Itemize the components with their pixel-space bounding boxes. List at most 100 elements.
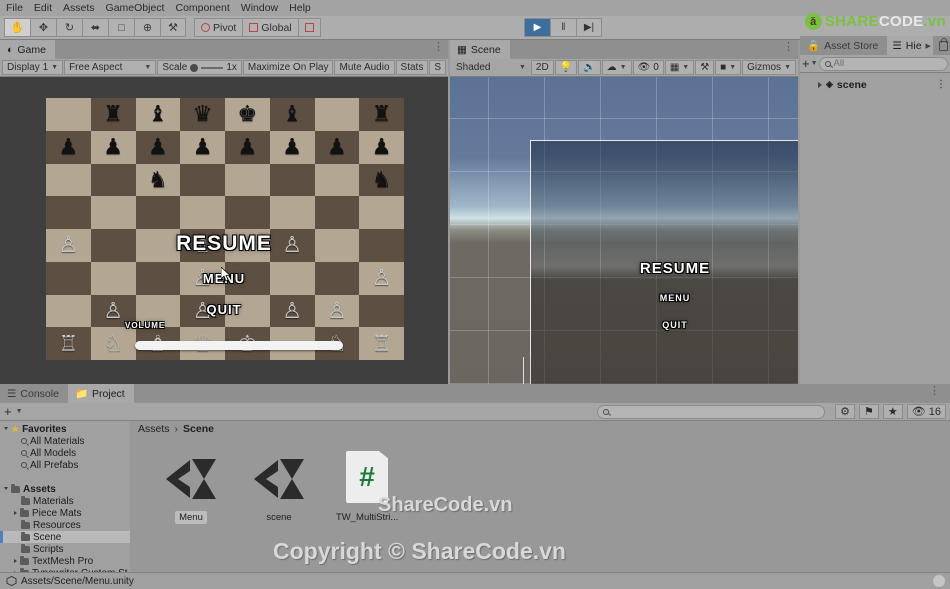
tree-item-favorites[interactable]: ★ Favorites	[0, 423, 130, 435]
chess-piece[interactable]: ♘	[103, 332, 123, 355]
chess-piece[interactable]: ♟	[148, 136, 168, 158]
chess-piece[interactable]: ♞	[148, 168, 168, 191]
chess-piece[interactable]: ♜	[372, 103, 392, 125]
board-square[interactable]	[46, 163, 91, 197]
chess-piece[interactable]: ♙	[327, 299, 347, 322]
chevron-down-icon[interactable]: ▼	[16, 408, 23, 415]
custom-tool-icon[interactable]: ⚒	[160, 18, 186, 37]
board-square[interactable]: ♞	[359, 163, 404, 197]
chess-piece[interactable]: ♖	[372, 332, 392, 355]
board-square[interactable]: ♟	[135, 130, 181, 164]
transform-tool-icon[interactable]: ⊕	[134, 18, 160, 37]
board-square[interactable]	[46, 294, 91, 328]
board-square[interactable]: ♟	[225, 130, 270, 164]
global-button[interactable]: Global	[242, 18, 298, 37]
board-square[interactable]: ♝	[135, 98, 181, 131]
board-square[interactable]: ♞	[135, 163, 181, 197]
board-square[interactable]	[314, 261, 360, 295]
board-square[interactable]: ♟	[180, 130, 225, 164]
lighting-toggle-icon[interactable]: 💡	[554, 60, 578, 75]
menu-item-help[interactable]: Help	[289, 2, 318, 14]
tree-item-resources[interactable]: Resources	[0, 519, 130, 531]
board-square[interactable]: ♙	[180, 261, 225, 295]
snap-button[interactable]	[297, 18, 321, 37]
chess-piece[interactable]: ♟	[59, 136, 79, 158]
chess-piece[interactable]: ♙	[59, 234, 79, 256]
scroll-size-handle[interactable]	[933, 575, 945, 587]
board-square[interactable]	[46, 98, 91, 131]
chess-piece[interactable]: ♙	[193, 299, 213, 322]
chess-piece[interactable]: ♝	[282, 103, 302, 125]
chess-piece[interactable]: ♙	[282, 234, 302, 256]
tree-item-assets[interactable]: Assets	[0, 483, 130, 495]
chevron-down-icon[interactable]: ▼	[811, 60, 818, 67]
board-square[interactable]	[314, 229, 360, 262]
hierarchy-search-input[interactable]: All	[818, 56, 948, 71]
board-square[interactable]: ♙	[269, 294, 315, 328]
board-square[interactable]	[90, 196, 136, 229]
gizmos-dropdown[interactable]: Gizmos ▼	[742, 60, 796, 75]
scene-view[interactable]: RESUME MENU QUIT	[450, 77, 798, 384]
board-square[interactable]	[225, 229, 270, 262]
scene-quit-text[interactable]: QUIT	[530, 320, 798, 330]
chess-piece[interactable]: ♙	[372, 267, 392, 289]
add-object-button[interactable]: +	[802, 57, 810, 70]
board-square[interactable]	[225, 196, 270, 229]
board-square[interactable]: ♟	[90, 130, 136, 164]
filter-label-icon[interactable]: ⚑	[859, 404, 879, 419]
create-asset-button[interactable]: +	[4, 405, 12, 418]
menu-item-gameobject[interactable]: GameObject	[106, 2, 172, 14]
menu-item-edit[interactable]: Edit	[34, 2, 59, 14]
lock-icon[interactable]	[938, 37, 948, 51]
board-square[interactable]	[90, 229, 136, 262]
tree-item-scripts[interactable]: Scripts	[0, 543, 130, 555]
chess-piece[interactable]: ♞	[372, 168, 392, 191]
board-square[interactable]	[269, 327, 315, 360]
tree-item-scene[interactable]: Scene	[0, 531, 130, 543]
menu-item-file[interactable]: File	[6, 2, 30, 14]
chess-piece[interactable]: ♕	[193, 332, 213, 355]
board-square[interactable]: ♕	[180, 327, 225, 360]
chess-piece[interactable]: ♗	[148, 332, 168, 355]
chevron-right-icon[interactable]: ▶	[926, 42, 931, 50]
board-square[interactable]: ♗	[135, 327, 181, 360]
board-square[interactable]	[135, 261, 181, 295]
chess-piece[interactable]: ♟	[193, 136, 213, 158]
game-view[interactable]: ♜ ♝ ♛ ♚ ♝ ♜ ♟ ♟ ♟ ♟ ♟ ♟ ♟ ♟ ♞ ♞ ♙ ♗ ♙ ♙ ♙ ♙ ♙ ♙ ♙ ♖ ♘ ♗ ♕ ♔ ♘ ♖ RESUME …	[0, 77, 448, 384]
board-square[interactable]: ♗	[180, 229, 225, 262]
board-square[interactable]	[225, 294, 270, 328]
maximize-on-play-button[interactable]: Maximize On Play	[242, 60, 334, 75]
chevron-down-icon[interactable]	[4, 426, 8, 432]
project-panel-menu-icon[interactable]: ⋮	[929, 386, 940, 397]
tree-item-all-prefabs[interactable]: All Prefabs	[0, 459, 130, 471]
scene-menu-text[interactable]: MENU	[530, 293, 798, 303]
fx-dropdown-icon[interactable]: ☁ ▼	[601, 60, 632, 75]
tab-game[interactable]: ◐ Game	[0, 40, 55, 59]
step-button[interactable]: ▶|	[576, 18, 602, 37]
board-square[interactable]	[314, 163, 360, 197]
board-square[interactable]	[314, 98, 360, 131]
scene-visibility-toggle[interactable]: 👁 0	[632, 60, 664, 75]
shading-dropdown[interactable]: Shaded ▼	[452, 60, 530, 75]
board-square[interactable]: ♘	[314, 327, 360, 360]
project-search-input[interactable]	[597, 404, 826, 419]
chess-piece[interactable]: ♟	[103, 136, 123, 158]
chevron-right-icon[interactable]	[14, 559, 17, 563]
scale-tool-icon[interactable]: ⬌	[82, 18, 108, 37]
move-tool-icon[interactable]: ✥	[30, 18, 56, 37]
grid-dropdown-icon[interactable]: ▦ ▼	[664, 60, 695, 75]
tree-item-piece-mats[interactable]: Piece Mats	[0, 507, 130, 519]
audio-toggle-icon[interactable]: 🔊	[578, 60, 601, 75]
board-square[interactable]: ♙	[269, 229, 315, 262]
chess-piece[interactable]: ♔	[238, 332, 258, 355]
chess-piece[interactable]: ♜	[103, 103, 123, 125]
chevron-right-icon[interactable]	[14, 511, 17, 515]
scene-row-menu-icon[interactable]: ⋮	[936, 79, 946, 89]
board-square[interactable]	[359, 196, 404, 229]
tab-project[interactable]: 📁 Project	[67, 384, 134, 403]
board-square[interactable]: ♙	[90, 294, 136, 328]
asset-item[interactable]: scene	[244, 451, 314, 524]
chess-piece[interactable]: ♟	[282, 136, 302, 158]
chevron-right-icon[interactable]	[818, 81, 822, 88]
tab-hierarchy[interactable]: ☰ Hie ▶	[887, 36, 933, 55]
